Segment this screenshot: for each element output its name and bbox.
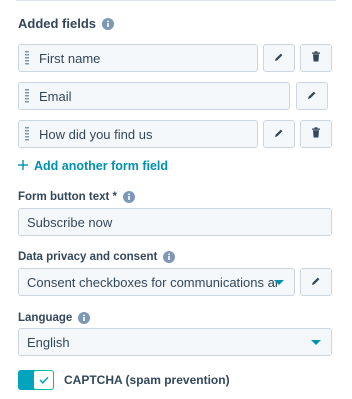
- field-box[interactable]: First name: [18, 44, 258, 72]
- info-icon[interactable]: [123, 191, 136, 203]
- pencil-icon: [274, 125, 284, 143]
- add-another-form-field-link[interactable]: Add another form field: [18, 159, 168, 173]
- drag-handle-icon[interactable]: [25, 127, 29, 141]
- info-icon[interactable]: [78, 312, 91, 324]
- edit-how-did-you-find-us-button[interactable]: [263, 120, 295, 148]
- chevron-down-icon: [274, 280, 284, 285]
- drag-handle-icon[interactable]: [25, 51, 29, 65]
- add-link-label: Add another form field: [34, 159, 169, 173]
- edit-first-name-button[interactable]: [263, 44, 295, 72]
- chevron-down-icon: [311, 340, 321, 345]
- form-button-text-value: Subscribe now: [27, 214, 113, 230]
- form-button-text-input[interactable]: Subscribe now: [18, 208, 332, 236]
- language-select[interactable]: English: [18, 328, 332, 356]
- plus-icon: [18, 159, 28, 173]
- toggle-track: [18, 370, 34, 390]
- field-label: First name: [39, 50, 101, 66]
- field-label: Email: [39, 88, 72, 104]
- edit-email-button[interactable]: [296, 82, 328, 110]
- delete-first-name-button[interactable]: [300, 44, 332, 72]
- captcha-toggle[interactable]: [18, 370, 54, 390]
- form-button-text-heading: Form button text *: [18, 191, 136, 203]
- trash-icon: [311, 49, 321, 67]
- data-privacy-value: Consent checkboxes for communications an…: [27, 274, 277, 290]
- language-value: English: [27, 334, 70, 350]
- data-privacy-heading: Data privacy and consent: [18, 251, 176, 263]
- toggle-knob: [34, 371, 53, 389]
- language-label: Language: [18, 312, 73, 324]
- pencil-icon: [307, 87, 317, 105]
- added-fields-heading: Added fields: [18, 16, 115, 31]
- delete-how-did-you-find-us-button[interactable]: [300, 120, 332, 148]
- trash-icon: [311, 125, 321, 143]
- drag-handle-icon[interactable]: [25, 89, 29, 103]
- field-row-how-did-you-find-us: How did you find us: [18, 120, 258, 148]
- field-box[interactable]: Email: [18, 82, 290, 110]
- top-divider: [16, 0, 336, 1]
- info-icon[interactable]: [163, 251, 176, 263]
- captcha-label: CAPTCHA (spam prevention): [64, 373, 230, 387]
- data-privacy-select[interactable]: Consent checkboxes for communications an…: [18, 268, 295, 296]
- pencil-icon: [311, 273, 321, 291]
- field-label: How did you find us: [39, 126, 153, 142]
- pencil-icon: [274, 49, 284, 67]
- edit-data-privacy-button[interactable]: [300, 268, 332, 296]
- info-icon[interactable]: [102, 17, 115, 30]
- checkmark-icon: [38, 371, 49, 389]
- added-fields-title: Added fields: [18, 16, 97, 31]
- field-box[interactable]: How did you find us: [18, 120, 258, 148]
- field-row-first-name: First name: [18, 44, 258, 72]
- field-row-email: Email: [18, 82, 290, 110]
- data-privacy-label: Data privacy and consent: [18, 251, 158, 263]
- language-heading: Language: [18, 312, 91, 324]
- form-button-text-label: Form button text *: [18, 191, 118, 203]
